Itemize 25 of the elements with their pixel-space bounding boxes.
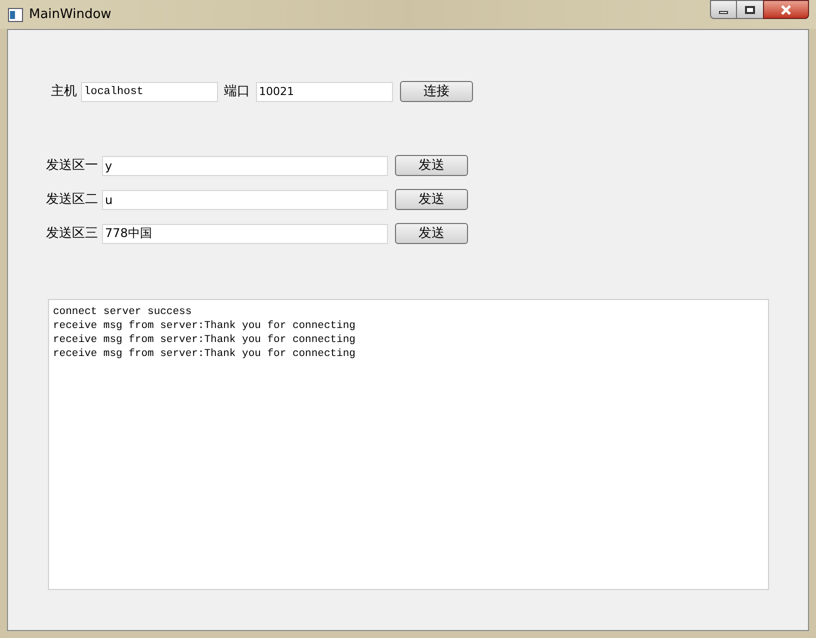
push-button[interactable]: 连接 xyxy=(400,81,473,102)
send-label: 发送区三 xyxy=(46,224,99,243)
log-line: receive msg from server:Thank you for connecting xyxy=(53,347,356,361)
host-label: 主机 xyxy=(51,82,77,101)
host-field[interactable]: localhost xyxy=(81,82,218,102)
close-button[interactable] xyxy=(763,0,809,19)
log-line: receive msg from server:Thank you for connecting xyxy=(53,319,356,333)
send-field[interactable]: y xyxy=(102,156,388,176)
window-title: MainWindow xyxy=(29,6,112,24)
send-label: 发送区一 xyxy=(46,156,99,175)
send-label: 发送区二 xyxy=(46,190,99,209)
push-button[interactable]: 发送 xyxy=(395,189,468,210)
close-icon xyxy=(780,4,792,14)
send-field[interactable]: 778中国 xyxy=(102,224,388,244)
send-field[interactable]: u xyxy=(102,190,388,210)
app-icon xyxy=(8,8,23,22)
port-label: 端口 xyxy=(224,82,250,101)
maximize-button[interactable] xyxy=(737,0,763,19)
log-line: connect server success xyxy=(53,305,193,319)
minimize-button[interactable] xyxy=(710,0,737,19)
push-button[interactable]: 发送 xyxy=(395,155,468,176)
push-button[interactable]: 发送 xyxy=(395,223,468,244)
log-line: receive msg from server:Thank you for connecting xyxy=(53,333,356,347)
port-field[interactable]: 10021 xyxy=(256,82,393,102)
log-area[interactable]: connect server success receive msg from server:Thank you for connecting receive msg from server:Thank you for connecting receive msg from server:Thank you for connecting xyxy=(48,299,769,590)
